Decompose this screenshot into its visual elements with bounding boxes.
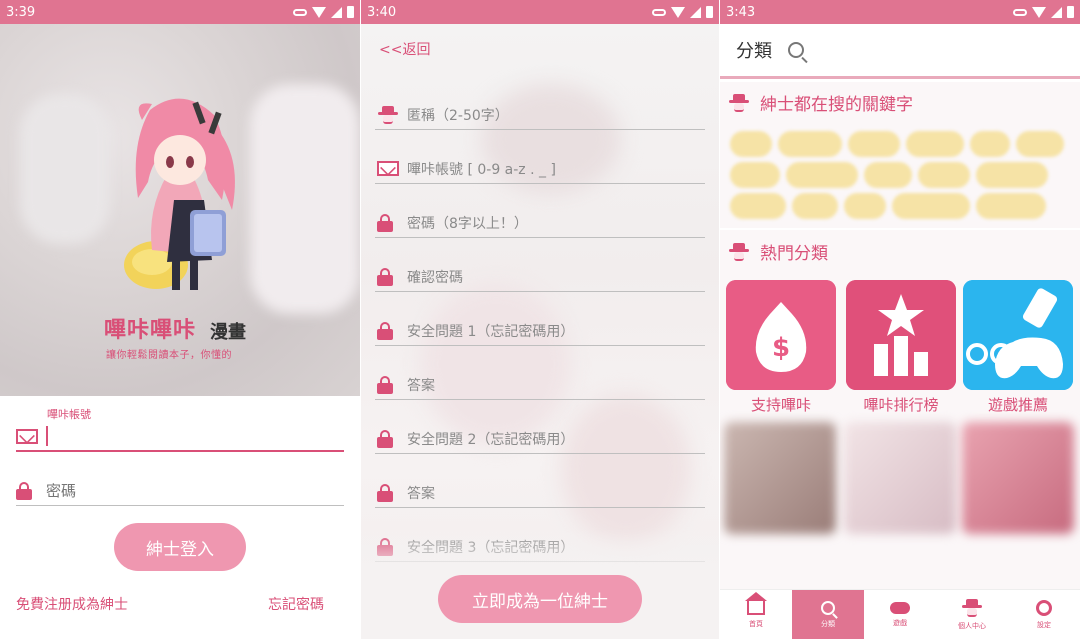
register-field-placeholder: 安全問題 1（忘記密碼用） <box>407 323 575 340</box>
category-thumbnail-blurred[interactable] <box>844 422 956 534</box>
register-field[interactable]: 匿稱（2-50字） <box>375 100 705 130</box>
category-ranking[interactable]: 嗶咔排行榜 <box>846 280 956 415</box>
svg-text:$: $ <box>772 333 790 363</box>
ranking-star-icon <box>846 280 956 390</box>
keyword-tags-blurred <box>726 128 1074 228</box>
password-input[interactable] <box>42 481 344 500</box>
status-bar: 3:43 <box>720 0 1080 24</box>
nav-game[interactable]: 遊戲 <box>864 590 936 639</box>
register-field[interactable]: 確認密碼 <box>375 262 705 292</box>
wifi-icon <box>1032 6 1046 18</box>
register-field[interactable]: 安全問題 2（忘記密碼用） <box>375 424 705 454</box>
register-field-placeholder: 答案 <box>407 485 435 502</box>
lock-icon <box>16 481 32 500</box>
keywords-section-title: 紳士都在搜的關鍵字 <box>728 90 913 115</box>
lock-icon <box>377 483 393 502</box>
signal-icon <box>1051 6 1062 18</box>
app-tagline: 讓你輕鬆閱讀本子，你懂的 <box>106 350 232 361</box>
register-field-placeholder: 匿稱（2-50字） <box>407 107 509 124</box>
account-input[interactable] <box>48 427 344 445</box>
gentleman-icon <box>961 598 983 617</box>
category-screen: 3:43 分類 紳士都在搜的關鍵字 熱門分類 $ 支持嗶咔 嗶咔排行榜 遊戲推薦… <box>720 0 1080 639</box>
mail-icon <box>16 428 38 444</box>
gentleman-icon <box>728 242 750 261</box>
status-time: 3:43 <box>726 4 756 20</box>
home-icon <box>745 591 767 615</box>
vpn-key-icon <box>293 8 307 16</box>
back-button[interactable]: <<返回 <box>379 39 430 59</box>
app-logo-title: 嗶咔嗶咔 <box>104 318 197 343</box>
page-title: 分類 <box>736 41 772 62</box>
category-support-tile: $ <box>726 280 836 390</box>
signal-icon <box>331 6 342 18</box>
vpn-key-icon <box>652 8 666 16</box>
register-field-placeholder: 密碼（8字以上！） <box>407 215 528 232</box>
status-time: 3:39 <box>6 4 36 20</box>
category-top-bar: 分類 <box>720 24 1080 79</box>
category-label: 遊戲推薦 <box>987 396 1048 414</box>
status-bar: 3:39 <box>0 0 360 24</box>
register-field[interactable]: 密碼（8字以上！） <box>375 208 705 238</box>
account-label: 嗶咔帳號 <box>47 408 91 421</box>
register-field[interactable]: 答案 <box>375 370 705 400</box>
lock-icon <box>377 321 393 340</box>
nav-category[interactable]: 分類 <box>792 590 864 639</box>
category-support[interactable]: $ 支持嗶咔 <box>726 280 836 415</box>
gentleman-icon <box>728 93 750 112</box>
hot-category-section-title: 熱門分類 <box>728 239 828 264</box>
status-time: 3:40 <box>367 4 397 20</box>
category-thumbnail-blurred[interactable] <box>724 422 836 534</box>
register-screen: 3:40 <<返回 匿稱（2-50字） 嗶咔帳號 [ 0-9 a-z . _ ] 密… <box>361 0 719 639</box>
gentleman-icon <box>377 105 399 124</box>
search-icon <box>821 600 835 615</box>
register-field-placeholder: 確認密碼 <box>407 269 463 286</box>
login-button[interactable]: 紳士登入 <box>114 523 246 571</box>
nav-settings[interactable]: 設定 <box>1008 590 1080 639</box>
register-link[interactable]: 免費注册成為紳士 <box>16 594 128 614</box>
category-label: 嗶咔排行榜 <box>863 396 939 414</box>
battery-icon <box>706 6 713 18</box>
category-ranking-tile <box>846 280 956 390</box>
register-field-placeholder: 嗶咔帳號 [ 0-9 a-z . _ ] <box>407 161 556 178</box>
login-screen: 3:39 嗶咔嗶咔 漫畫 讓你輕鬆閱讀本子，你懂的 嗶咔帳號 紳士登入 免費注册… <box>0 0 360 639</box>
status-bar: 3:40 <box>361 0 719 24</box>
vpn-key-icon <box>1013 8 1027 16</box>
gamepad-icon <box>963 280 1073 390</box>
mascot-illustration <box>124 98 235 290</box>
category-thumbnail-blurred[interactable] <box>962 422 1074 534</box>
gamepad-icon <box>890 601 910 614</box>
account-field[interactable] <box>16 422 344 452</box>
category-game-tile <box>963 280 1073 390</box>
battery-icon <box>347 6 354 18</box>
category-label: 支持嗶咔 <box>750 396 811 414</box>
lock-icon <box>377 375 393 394</box>
lock-icon <box>377 267 393 286</box>
search-icon[interactable] <box>788 42 804 58</box>
forgot-password-link[interactable]: 忘記密碼 <box>268 594 324 614</box>
lock-icon <box>377 213 393 232</box>
nav-home[interactable]: 首頁 <box>720 590 792 639</box>
login-form: 嗶咔帳號 紳士登入 免費注册成為紳士 忘記密碼 <box>0 396 360 639</box>
app-logo-suffix: 漫畫 <box>210 322 246 343</box>
battery-icon <box>1067 6 1074 18</box>
lock-icon <box>377 429 393 448</box>
gear-icon <box>1036 599 1052 616</box>
register-field[interactable]: 答案 <box>375 478 705 508</box>
register-field[interactable]: 安全問題 1（忘記密碼用） <box>375 316 705 346</box>
nav-profile[interactable]: 個人中心 <box>936 590 1008 639</box>
login-hero-background: 嗶咔嗶咔 漫畫 讓你輕鬆閱讀本子，你懂的 <box>0 24 360 396</box>
register-field-placeholder: 答案 <box>407 377 435 394</box>
wifi-icon <box>312 6 326 18</box>
register-field[interactable]: 嗶咔帳號 [ 0-9 a-z . _ ] <box>375 154 705 184</box>
register-submit-button[interactable]: 立即成為一位紳士 <box>438 575 642 623</box>
register-field-placeholder: 安全問題 2（忘記密碼用） <box>407 431 575 448</box>
password-field[interactable] <box>16 476 344 506</box>
mail-icon <box>377 161 399 176</box>
money-bag-icon: $ <box>726 280 836 390</box>
bottom-navigation: 首頁 分類 遊戲 個人中心 設定 <box>720 589 1080 639</box>
signal-icon <box>690 6 701 18</box>
category-game[interactable]: 遊戲推薦 <box>963 280 1073 415</box>
wifi-icon <box>671 6 685 18</box>
